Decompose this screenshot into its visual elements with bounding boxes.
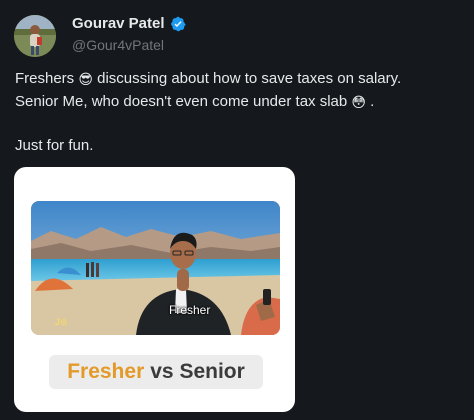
tweet-text-segment: Senior Me, who doesn't even come under t…	[15, 93, 352, 110]
paragraph-break	[15, 114, 465, 135]
flushed-face-emoji-icon: 😳	[351, 95, 366, 111]
tweet-text-segment: Freshers	[15, 70, 79, 87]
tweet-line-2: Senior Me, who doesn't even come under t…	[15, 91, 465, 114]
tweet-text-segment: .	[366, 93, 375, 110]
tweet-text: Freshers 😎 discussing about how to save …	[15, 68, 465, 156]
tweet-line-3: Just for fun.	[15, 137, 94, 154]
author-handle[interactable]: @Gour4vPatel	[72, 37, 164, 53]
media-title-pill: Fresher vs Senior	[49, 355, 263, 389]
video-watermark: J⊙	[55, 317, 68, 327]
author-display-name[interactable]: Gourav Patel	[72, 15, 165, 32]
beach-scene-image	[31, 201, 280, 335]
tweet-line-1: Freshers 😎 discussing about how to save …	[15, 68, 465, 91]
verified-badge-icon	[170, 16, 186, 31]
sunglasses-emoji-icon: 😎	[78, 72, 93, 88]
avatar[interactable]	[14, 15, 56, 57]
video-overlay-caption: Fresher	[169, 303, 211, 317]
video-thumbnail[interactable]: Fresher J⊙	[31, 201, 280, 335]
author-name-row: Gourav Patel	[72, 15, 186, 32]
media-title-word-2: vs Senior	[150, 360, 245, 383]
tweet[interactable]: Gourav Patel @Gour4vPatel Freshers 😎 dis…	[0, 0, 474, 420]
avatar-photo	[14, 15, 56, 57]
media-title-word-1: Fresher	[67, 360, 145, 383]
media-card[interactable]: Fresher J⊙ Fresher vs Senior	[14, 167, 295, 412]
tweet-text-segment: discussing about how to save taxes on sa…	[92, 70, 402, 87]
